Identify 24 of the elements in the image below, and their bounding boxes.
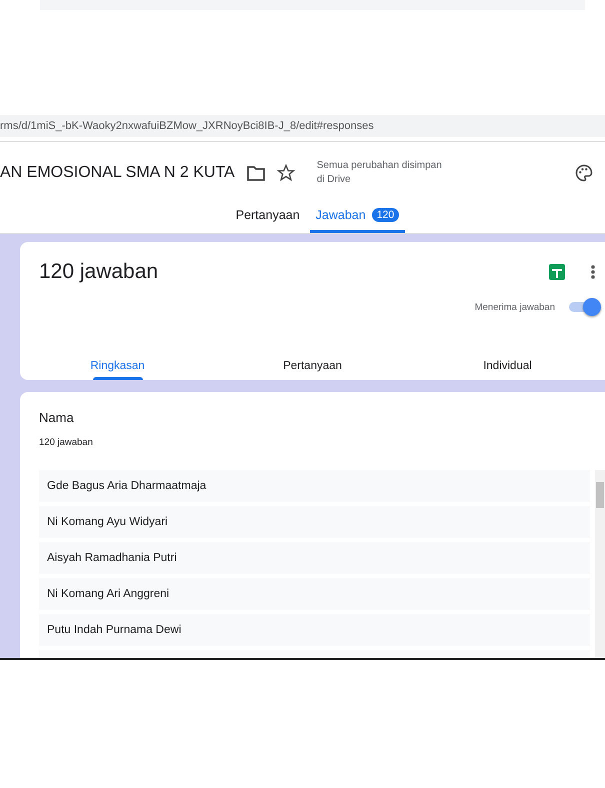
tab[interactable]: Ringkasan: [20, 360, 215, 380]
question-title: Nama: [39, 410, 75, 425]
answer-row: Aisyah Ramadhania Putri: [39, 542, 590, 574]
tab[interactable]: Pertanyaan: [215, 360, 410, 380]
tab[interactable]: Pertanyaan: [230, 204, 306, 233]
spreadsheet-icon[interactable]: [549, 264, 565, 280]
more-options-icon[interactable]: [591, 265, 595, 279]
accepting-responses-label: Menerima jawaban: [474, 302, 555, 312]
palette-icon[interactable]: [575, 164, 593, 182]
scrollbar[interactable]: [595, 470, 605, 658]
tab[interactable]: Individual: [410, 360, 605, 380]
answer-count: 120 jawaban: [39, 437, 94, 448]
folder-icon[interactable]: [246, 165, 265, 181]
count-badge: 120: [372, 208, 400, 222]
save-status: Semua perubahan disimpan di Drive: [316, 159, 443, 187]
form-title: AN EMOSIONAL SMA N 2 KUTA: [0, 164, 235, 182]
answer-row: Ni Komang Ari Anggreni: [39, 578, 590, 610]
accepting-toggle[interactable]: [569, 298, 599, 316]
star-icon[interactable]: [276, 164, 295, 182]
answer-row: Gde Bagus Aria Dharmaatmaja: [39, 470, 590, 502]
response-count-title: 120 jawaban: [39, 260, 158, 284]
answer-row: Ni Komang Ayu Widyari: [39, 506, 590, 538]
answer-row: Putu Indah Purnama Dewi: [39, 614, 590, 646]
address-bar[interactable]: rms/d/1miS_-bK-Waoky2nxwafuiBZMow_JXRNoyBci8IB-J_8/edit#responses: [0, 115, 605, 137]
